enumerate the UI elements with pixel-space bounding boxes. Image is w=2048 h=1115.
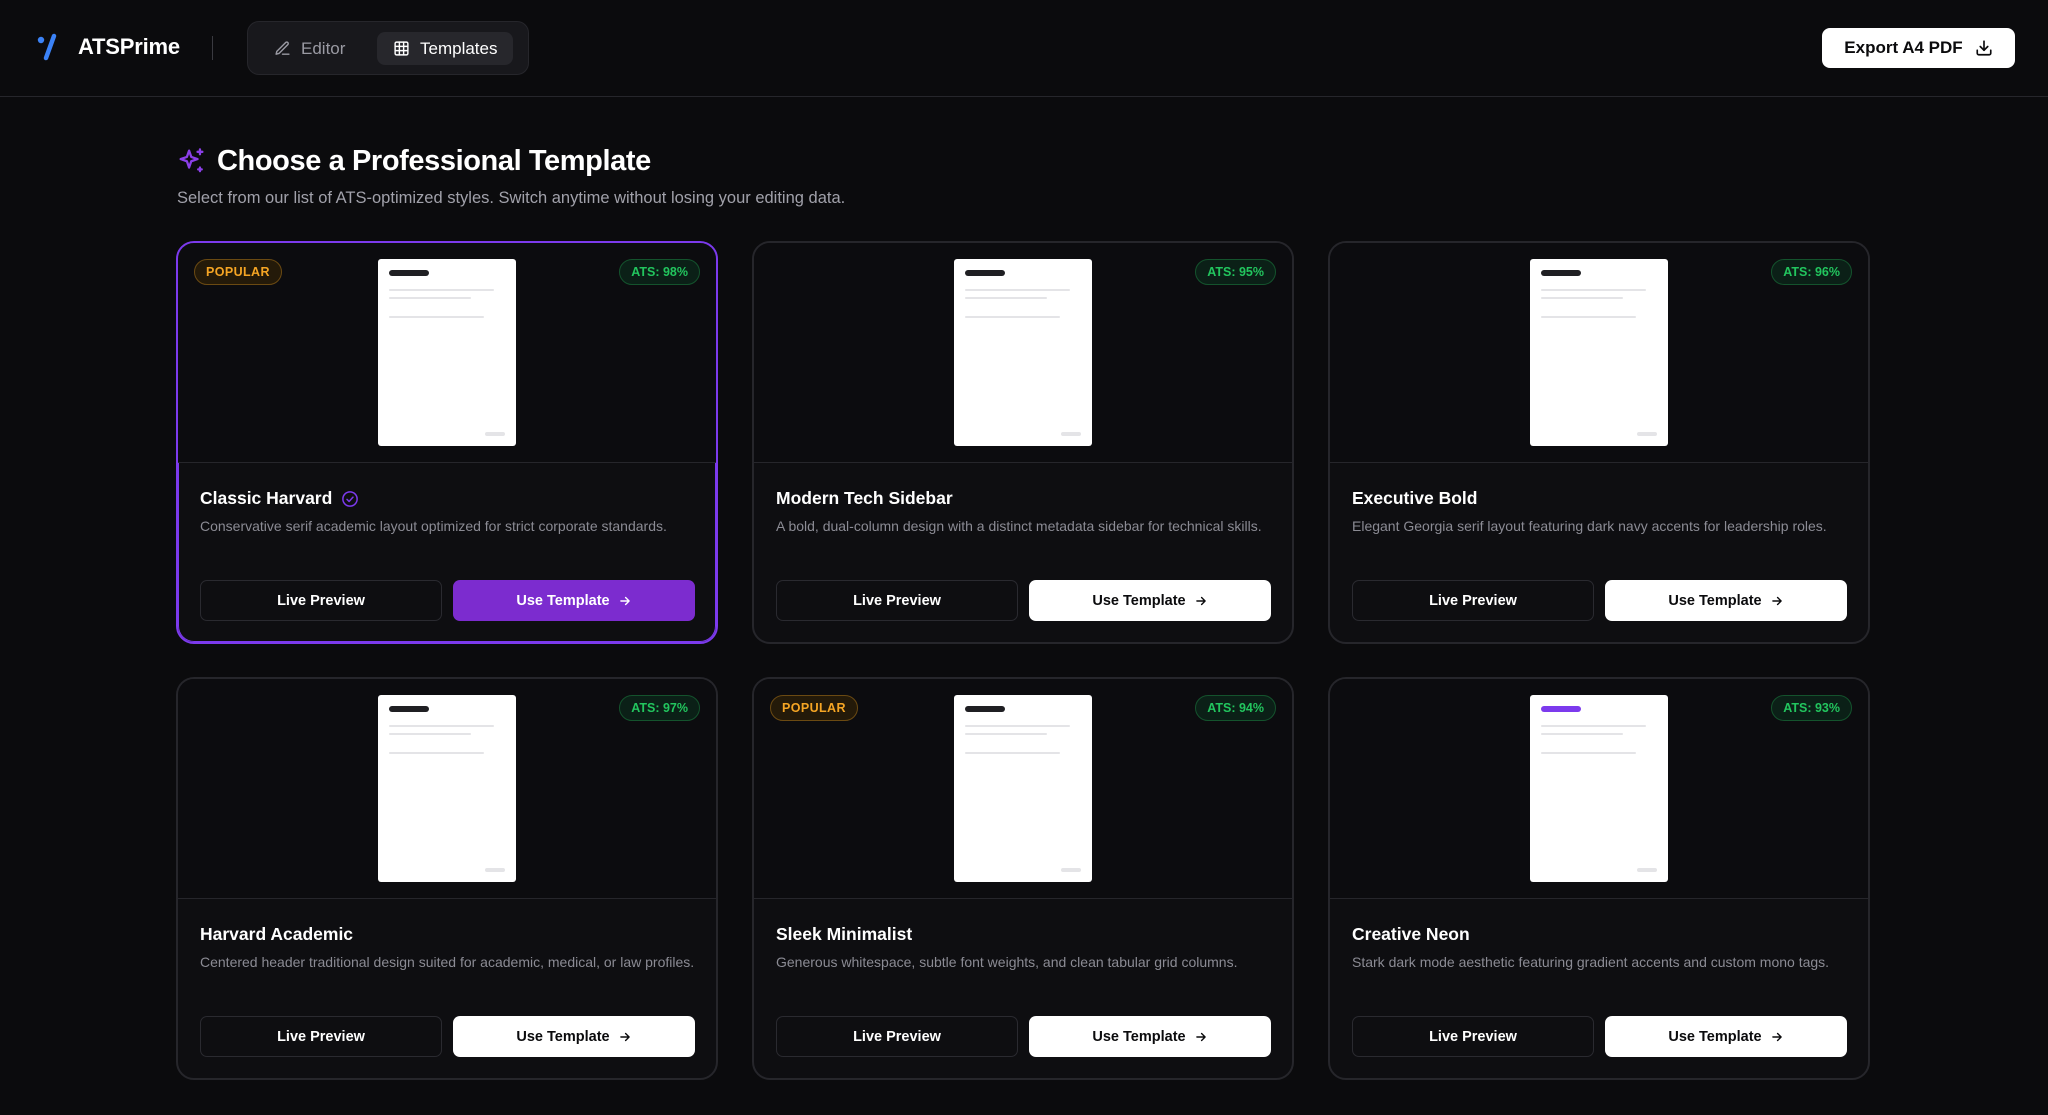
template-thumbnail[interactable]: POPULAR ATS: 98% bbox=[178, 243, 716, 463]
view-switcher: Editor Templates bbox=[247, 21, 529, 75]
live-preview-button[interactable]: Live Preview bbox=[200, 580, 442, 621]
use-template-button[interactable]: Use Template bbox=[453, 580, 695, 621]
download-icon bbox=[1976, 40, 1992, 56]
template-name: Modern Tech Sidebar bbox=[776, 488, 953, 509]
resume-thumbnail bbox=[1530, 259, 1668, 446]
top-bar: ATSPrime Editor Templates Export A4 PDF bbox=[0, 0, 2048, 97]
brand[interactable]: ATSPrime bbox=[36, 33, 180, 61]
resume-thumbnail bbox=[378, 259, 516, 446]
use-template-button[interactable]: Use Template bbox=[1605, 1016, 1847, 1057]
template-description: Generous whitespace, subtle font weights… bbox=[776, 954, 1238, 970]
ats-score-badge: ATS: 93% bbox=[1771, 695, 1852, 721]
brand-name: ATSPrime bbox=[78, 34, 180, 59]
arrow-right-icon bbox=[619, 596, 630, 605]
use-template-button[interactable]: Use Template bbox=[1029, 1016, 1271, 1057]
arrow-right-icon bbox=[1771, 1032, 1782, 1041]
template-thumbnail[interactable]: ATS: 96% bbox=[1330, 243, 1868, 463]
live-preview-button[interactable]: Live Preview bbox=[200, 1016, 442, 1057]
popular-badge: POPULAR bbox=[770, 695, 858, 721]
template-name: Creative Neon bbox=[1352, 924, 1470, 945]
ats-score-badge: ATS: 98% bbox=[619, 259, 700, 285]
pencil-icon bbox=[275, 41, 290, 55]
tab-templates[interactable]: Templates bbox=[377, 32, 514, 65]
page-subtitle: Select from our list of ATS-optimized st… bbox=[177, 189, 846, 207]
resume-thumbnail bbox=[1530, 695, 1668, 882]
template-card-executive-bold[interactable]: ATS: 96% Executive Bold Elegant Georgia … bbox=[1328, 241, 1870, 644]
use-template-label: Use Template bbox=[1092, 1028, 1186, 1045]
template-name-text: Harvard Academic bbox=[200, 924, 354, 944]
arrow-right-icon bbox=[1195, 1032, 1206, 1041]
template-card-sleek-minimalist[interactable]: POPULAR ATS: 94% Sleek Minimalist Genero… bbox=[752, 677, 1294, 1080]
template-description: Centered header traditional design suite… bbox=[200, 954, 695, 970]
use-template-button[interactable]: Use Template bbox=[1605, 580, 1847, 621]
template-thumbnail[interactable]: ATS: 95% bbox=[754, 243, 1292, 463]
popular-badge: POPULAR bbox=[194, 259, 282, 285]
template-description: Elegant Georgia serif layout featuring d… bbox=[1352, 518, 1827, 534]
page-heading: Choose a Professional Template bbox=[177, 145, 651, 178]
template-name: Harvard Academic bbox=[200, 924, 353, 945]
use-template-label: Use Template bbox=[516, 1028, 610, 1045]
arrow-right-icon bbox=[1771, 596, 1782, 605]
ats-score-badge: ATS: 95% bbox=[1195, 259, 1276, 285]
template-card-creative-neon[interactable]: ATS: 93% Creative Neon Stark dark mode a… bbox=[1328, 677, 1870, 1080]
grid-icon bbox=[394, 41, 409, 56]
ats-score-badge: ATS: 96% bbox=[1771, 259, 1852, 285]
template-name: Sleek Minimalist bbox=[776, 924, 912, 945]
template-name-text: Modern Tech Sidebar bbox=[776, 488, 953, 508]
template-name-text: Executive Bold bbox=[1352, 488, 1478, 508]
template-description: A bold, dual-column design with a distin… bbox=[776, 518, 1262, 534]
ats-score-badge: ATS: 94% bbox=[1195, 695, 1276, 721]
tab-editor[interactable]: Editor bbox=[258, 32, 361, 65]
ats-score-badge: ATS: 97% bbox=[619, 695, 700, 721]
use-template-label: Use Template bbox=[516, 592, 610, 609]
export-pdf-button[interactable]: Export A4 PDF bbox=[1822, 28, 2015, 68]
template-description: Conservative serif academic layout optim… bbox=[200, 518, 667, 534]
header-divider bbox=[212, 36, 213, 60]
template-name-text: Creative Neon bbox=[1352, 924, 1470, 944]
arrow-right-icon bbox=[619, 1032, 630, 1041]
template-description: Stark dark mode aesthetic featuring grad… bbox=[1352, 954, 1830, 970]
resume-thumbnail bbox=[954, 259, 1092, 446]
template-thumbnail[interactable]: ATS: 97% bbox=[178, 679, 716, 899]
use-template-button[interactable]: Use Template bbox=[453, 1016, 695, 1057]
template-name: Executive Bold bbox=[1352, 488, 1477, 509]
template-thumbnail[interactable]: ATS: 93% bbox=[1330, 679, 1868, 899]
template-card-harvard-academic[interactable]: ATS: 97% Harvard Academic Centered heade… bbox=[176, 677, 718, 1080]
tab-templates-label: Templates bbox=[420, 38, 498, 58]
use-template-label: Use Template bbox=[1092, 592, 1186, 609]
template-card-classic-harvard[interactable]: POPULAR ATS: 98% Classic Harvard Conserv… bbox=[176, 241, 718, 644]
sparkle-icon bbox=[179, 148, 204, 173]
live-preview-button[interactable]: Live Preview bbox=[1352, 580, 1594, 621]
use-template-label: Use Template bbox=[1668, 1028, 1762, 1045]
use-template-label: Use Template bbox=[1668, 592, 1762, 609]
template-name-text: Sleek Minimalist bbox=[776, 924, 913, 944]
arrow-right-icon bbox=[1195, 596, 1206, 605]
template-name-text: Classic Harvard bbox=[200, 488, 333, 508]
live-preview-button[interactable]: Live Preview bbox=[776, 580, 1018, 621]
resume-thumbnail bbox=[378, 695, 516, 882]
template-card-modern-tech-sidebar[interactable]: ATS: 95% Modern Tech Sidebar A bold, dua… bbox=[752, 241, 1294, 644]
live-preview-button[interactable]: Live Preview bbox=[1352, 1016, 1594, 1057]
live-preview-button[interactable]: Live Preview bbox=[776, 1016, 1018, 1057]
check-circle-icon bbox=[342, 490, 359, 507]
use-template-button[interactable]: Use Template bbox=[1029, 580, 1271, 621]
tab-editor-label: Editor bbox=[301, 38, 346, 58]
brand-logo-icon bbox=[37, 33, 57, 61]
page-title: Choose a Professional Template bbox=[217, 145, 651, 177]
export-pdf-label: Export A4 PDF bbox=[1844, 38, 1963, 57]
resume-thumbnail bbox=[954, 695, 1092, 882]
template-name: Classic Harvard bbox=[200, 488, 359, 509]
template-thumbnail[interactable]: POPULAR ATS: 94% bbox=[754, 679, 1292, 899]
